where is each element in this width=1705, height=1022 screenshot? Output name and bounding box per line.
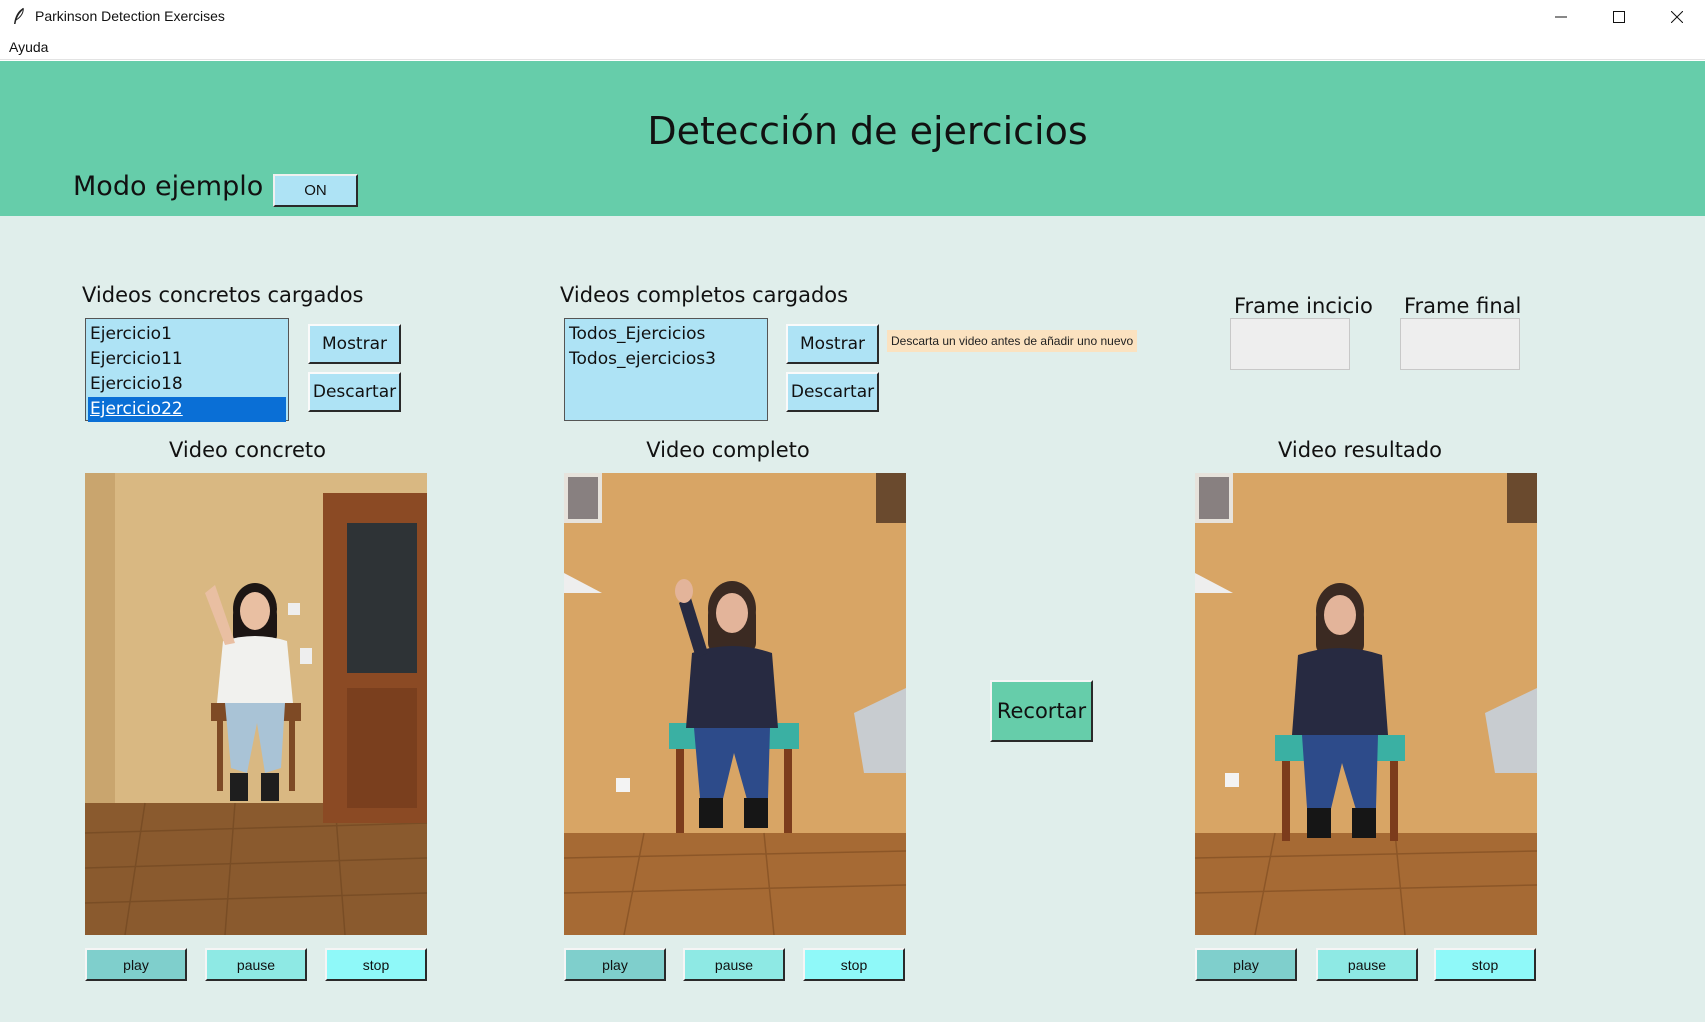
frame-end-label: Frame final xyxy=(1404,294,1522,318)
complete-videos-listbox[interactable]: Todos_Ejercicios Todos_ejercicios3 xyxy=(564,318,768,421)
menu-bar: Ayuda xyxy=(0,34,1705,60)
frame-start-label: Frame incicio xyxy=(1234,294,1373,318)
menu-ayuda[interactable]: Ayuda xyxy=(9,39,48,55)
concrete-videos-listbox[interactable]: Ejercicio1 Ejercicio11 Ejercicio18 Ejerc… xyxy=(85,318,289,422)
list-item-selected[interactable]: Ejercicio22 xyxy=(88,397,286,422)
complete-discard-button[interactable]: Descartar xyxy=(786,372,879,412)
concrete-video-frame xyxy=(85,473,427,935)
list-item[interactable]: Ejercicio18 xyxy=(88,372,286,397)
concrete-stop-button[interactable]: stop xyxy=(325,948,427,981)
page-title: Detección de ejercicios xyxy=(647,109,1088,153)
maximize-icon[interactable] xyxy=(1590,0,1648,34)
crop-button[interactable]: Recortar xyxy=(990,680,1093,742)
mode-toggle-button[interactable]: ON xyxy=(273,174,358,207)
mode-label: Modo ejemplo xyxy=(73,171,264,202)
frame-end-input[interactable] xyxy=(1400,318,1520,370)
result-video-frame xyxy=(1195,473,1537,935)
discard-tooltip: Descarta un video antes de añadir uno nu… xyxy=(887,330,1138,352)
concrete-pause-button[interactable]: pause xyxy=(205,948,307,981)
close-icon[interactable] xyxy=(1648,0,1705,34)
concrete-video-title: Video concreto xyxy=(169,438,326,462)
complete-videos-label: Videos completos cargados xyxy=(560,283,849,307)
result-video-title: Video resultado xyxy=(1278,438,1442,462)
concrete-discard-button[interactable]: Descartar xyxy=(308,372,401,412)
feather-icon xyxy=(12,7,26,25)
result-pause-button[interactable]: pause xyxy=(1316,948,1418,981)
list-item[interactable]: Ejercicio11 xyxy=(88,347,286,372)
window-title: Parkinson Detection Exercises xyxy=(35,8,225,24)
result-stop-button[interactable]: stop xyxy=(1434,948,1536,981)
complete-show-button[interactable]: Mostrar xyxy=(786,324,879,364)
list-item[interactable]: Ejercicio1 xyxy=(88,322,286,347)
list-item[interactable]: Todos_Ejercicios xyxy=(567,322,765,347)
complete-stop-button[interactable]: stop xyxy=(803,948,905,981)
complete-video-title: Video completo xyxy=(646,438,810,462)
minimize-icon[interactable] xyxy=(1532,0,1590,34)
complete-pause-button[interactable]: pause xyxy=(683,948,785,981)
complete-video-frame xyxy=(564,473,906,935)
concrete-videos-label: Videos concretos cargados xyxy=(82,283,364,307)
header-banner: Detección de ejercicios Modo ejemplo ON xyxy=(0,61,1705,216)
title-bar: Parkinson Detection Exercises xyxy=(0,0,1705,34)
concrete-show-button[interactable]: Mostrar xyxy=(308,324,401,364)
complete-play-button[interactable]: play xyxy=(564,948,666,981)
list-item[interactable]: Todos_ejercicios3 xyxy=(567,347,765,372)
frame-start-input[interactable] xyxy=(1230,318,1350,370)
result-play-button[interactable]: play xyxy=(1195,948,1297,981)
concrete-play-button[interactable]: play xyxy=(85,948,187,981)
